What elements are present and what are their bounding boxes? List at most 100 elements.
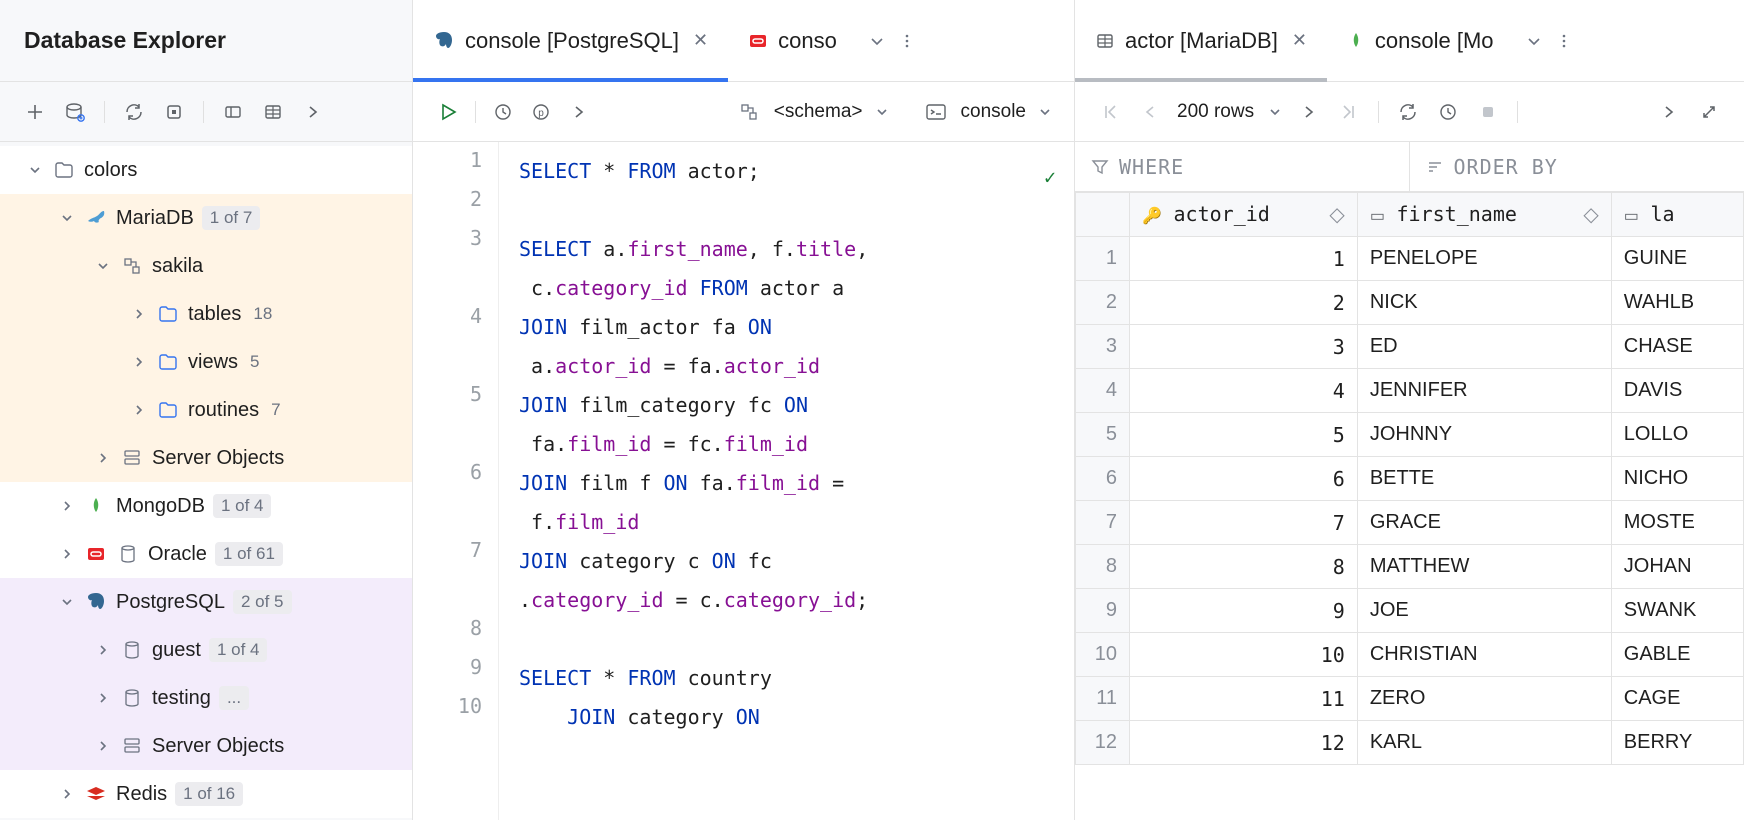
first-page-icon[interactable] [1097,99,1123,125]
expand-icon[interactable] [1696,99,1722,125]
close-icon[interactable]: ✕ [693,30,708,51]
cell-last-name[interactable]: GABLE [1611,633,1743,677]
tree-item-testing[interactable]: testing ... [0,674,412,722]
run-icon[interactable] [435,99,461,125]
cell-last-name[interactable]: CAGE [1611,677,1743,721]
chevron-down-icon[interactable] [869,33,885,49]
table-row[interactable]: 12 12 KARL BERRY [1076,721,1744,765]
refresh-icon[interactable] [121,99,147,125]
refresh-icon[interactable] [1395,99,1421,125]
cell-actor-id[interactable]: 9 [1130,589,1358,633]
layout-icon[interactable] [220,99,246,125]
cell-first-name[interactable]: GRACE [1357,501,1611,545]
cell-actor-id[interactable]: 7 [1130,501,1358,545]
tree-item-tables[interactable]: tables 18 [0,290,412,338]
history-icon[interactable] [1435,99,1461,125]
cell-actor-id[interactable]: 5 [1130,413,1358,457]
tree-item-postgresql[interactable]: PostgreSQL 2 of 5 [0,578,412,626]
table-row[interactable]: 9 9 JOE SWANK [1076,589,1744,633]
cell-first-name[interactable]: PENELOPE [1357,237,1611,281]
table-row[interactable]: 3 3 ED CHASE [1076,325,1744,369]
tree-item-guest[interactable]: guest 1 of 4 [0,626,412,674]
orderby-filter[interactable]: ORDER BY [1410,142,1574,191]
more-icon[interactable] [1556,33,1572,49]
data-grid[interactable]: 🔑 actor_id ◇ ▭ first_name ◇ ▭ la [1075,192,1744,820]
tab-console-oracle[interactable]: conso [728,0,857,81]
table-row[interactable]: 5 5 JOHNNY LOLLO [1076,413,1744,457]
table-row[interactable]: 7 7 GRACE MOSTE [1076,501,1744,545]
where-filter[interactable]: WHERE [1075,142,1410,191]
table-row[interactable]: 10 10 CHRISTIAN GABLE [1076,633,1744,677]
tree-item-colors[interactable]: colors [0,146,412,194]
table-row[interactable]: 8 8 MATTHEW JOHAN [1076,545,1744,589]
table-row[interactable]: 11 11 ZERO CAGE [1076,677,1744,721]
close-icon[interactable]: ✕ [1292,30,1307,51]
tree-item-oracle[interactable]: Oracle 1 of 61 [0,530,412,578]
table-row[interactable]: 6 6 BETTE NICHO [1076,457,1744,501]
cell-last-name[interactable]: BERRY [1611,721,1743,765]
tree-item-server-objects[interactable]: Server Objects [0,722,412,770]
tree-item-views[interactable]: views 5 [0,338,412,386]
cell-last-name[interactable]: CHASE [1611,325,1743,369]
history-icon[interactable] [490,99,516,125]
cell-last-name[interactable]: NICHO [1611,457,1743,501]
cell-first-name[interactable]: JOHNNY [1357,413,1611,457]
code-area[interactable]: ✓ SELECT * FROM actor; SELECT a.first_na… [499,142,1074,820]
cell-actor-id[interactable]: 1 [1130,237,1358,281]
tree-item-routines[interactable]: routines 7 [0,386,412,434]
chevron-down-icon[interactable] [875,105,889,119]
sort-icon[interactable]: ◇ [1583,202,1598,227]
chevron-right-icon[interactable] [1656,99,1682,125]
column-header-first-name[interactable]: ▭ first_name ◇ [1357,193,1611,237]
table-row[interactable]: 2 2 NICK WAHLB [1076,281,1744,325]
chevron-right-icon[interactable] [300,99,326,125]
cell-actor-id[interactable]: 10 [1130,633,1358,677]
transaction-icon[interactable]: p [528,99,554,125]
cell-first-name[interactable]: ZERO [1357,677,1611,721]
cell-last-name[interactable]: JOHAN [1611,545,1743,589]
last-page-icon[interactable] [1336,99,1362,125]
cell-last-name[interactable]: MOSTE [1611,501,1743,545]
chevron-down-icon[interactable] [1268,105,1282,119]
cell-actor-id[interactable]: 11 [1130,677,1358,721]
cell-last-name[interactable]: DAVIS [1611,369,1743,413]
column-header-actor-id[interactable]: 🔑 actor_id ◇ [1130,193,1358,237]
tab-console-mongodb[interactable]: console [Mo [1327,0,1514,81]
cell-actor-id[interactable]: 3 [1130,325,1358,369]
cell-first-name[interactable]: ED [1357,325,1611,369]
tree-item-server-objects[interactable]: Server Objects [0,434,412,482]
chevron-down-icon[interactable] [1038,105,1052,119]
tree-item-sakila[interactable]: sakila [0,242,412,290]
cell-last-name[interactable]: WAHLB [1611,281,1743,325]
next-page-icon[interactable] [1296,99,1322,125]
table-row[interactable]: 4 4 JENNIFER DAVIS [1076,369,1744,413]
sort-icon[interactable]: ◇ [1329,202,1344,227]
cell-actor-id[interactable]: 6 [1130,457,1358,501]
cell-first-name[interactable]: CHRISTIAN [1357,633,1611,677]
cell-first-name[interactable]: JOE [1357,589,1611,633]
stop-icon[interactable] [1475,99,1501,125]
datasource-properties-icon[interactable] [62,99,88,125]
cell-first-name[interactable]: BETTE [1357,457,1611,501]
cell-actor-id[interactable]: 2 [1130,281,1358,325]
cell-actor-id[interactable]: 4 [1130,369,1358,413]
cell-first-name[interactable]: NICK [1357,281,1611,325]
tab-console-postgresql[interactable]: console [PostgreSQL] ✕ [413,0,728,81]
chevron-right-icon[interactable] [566,99,592,125]
cell-actor-id[interactable]: 8 [1130,545,1358,589]
cell-first-name[interactable]: KARL [1357,721,1611,765]
more-icon[interactable] [899,33,915,49]
tree-item-mongodb[interactable]: MongoDB 1 of 4 [0,482,412,530]
cell-actor-id[interactable]: 12 [1130,721,1358,765]
tab-actor-mariadb[interactable]: actor [MariaDB] ✕ [1075,0,1327,81]
cell-last-name[interactable]: SWANK [1611,589,1743,633]
tree-item-redis[interactable]: Redis 1 of 16 [0,770,412,818]
tree-item-mariadb[interactable]: MariaDB 1 of 7 [0,194,412,242]
table-row[interactable]: 1 1 PENELOPE GUINE [1076,237,1744,281]
cell-last-name[interactable]: GUINE [1611,237,1743,281]
console-selector[interactable]: console [961,101,1027,123]
cell-last-name[interactable]: LOLLO [1611,413,1743,457]
table-view-icon[interactable] [260,99,286,125]
cell-first-name[interactable]: JENNIFER [1357,369,1611,413]
schema-selector[interactable]: <schema> [774,101,863,123]
